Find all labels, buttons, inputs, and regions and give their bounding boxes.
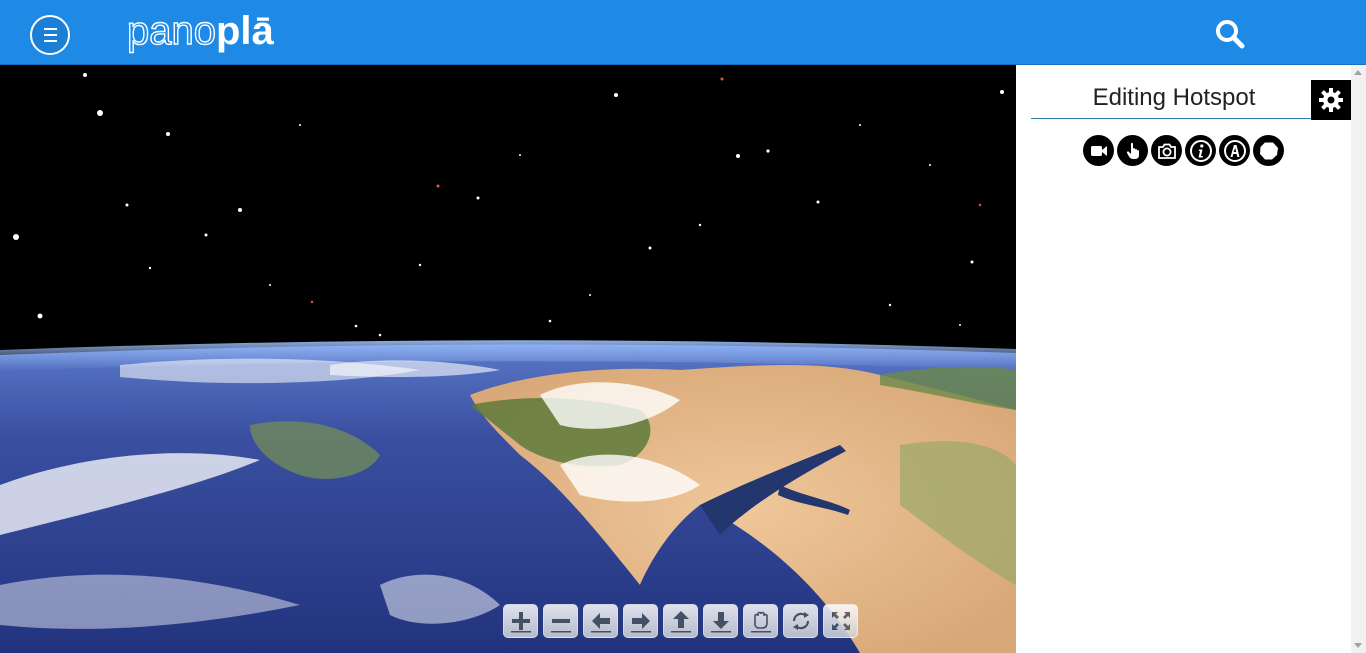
top-navigation-bar: panoplā [0,0,1366,65]
hamburger-icon-line [44,40,57,42]
hamburger-icon-line [44,34,57,36]
camera-icon [1157,143,1176,159]
pan-up-button[interactable] [663,604,698,638]
auto-rotate-button[interactable] [783,604,818,638]
drag-mode-button[interactable] [743,604,778,638]
arrow-down-icon [710,612,731,633]
panel-scrollbar[interactable] [1351,65,1366,653]
arrow-up-icon [670,611,691,633]
pan-down-button[interactable] [703,604,738,638]
scroll-up-arrow-icon[interactable] [1354,70,1362,75]
arrow-right-icon [630,613,651,633]
hamburger-icon [44,28,57,30]
pan-left-button[interactable] [583,604,618,638]
viewer-control-bar [503,604,858,638]
hotspot-type-toolbar [1083,135,1284,166]
panorama-viewer[interactable] [0,65,1016,653]
search-icon [1216,20,1245,49]
text-hotspot-button[interactable] [1219,135,1250,166]
polygon-hotspot-button[interactable] [1253,135,1284,166]
panel-title: Editing Hotspot [1031,79,1317,119]
panorama-image [0,65,1016,653]
arrow-left-icon [590,613,611,633]
hand-icon [750,611,771,633]
info-icon [1189,139,1212,162]
search-button[interactable] [1214,18,1246,50]
logo-text-bold: plā [215,9,274,53]
hand-pointer-icon [1126,142,1139,159]
pan-right-button[interactable] [623,604,658,638]
polygon-icon [1259,142,1278,159]
zoom-in-button[interactable] [503,604,538,638]
info-hotspot-button[interactable] [1185,135,1216,166]
panopla-logo[interactable]: panoplā [126,6,274,56]
menu-button[interactable] [30,15,70,55]
settings-button[interactable] [1311,80,1351,120]
fullscreen-icon [831,612,850,630]
fullscreen-button[interactable] [823,604,858,638]
photo-hotspot-button[interactable] [1151,135,1182,166]
minus-icon [550,619,571,633]
link-hotspot-button[interactable] [1117,135,1148,166]
zoom-out-button[interactable] [543,604,578,638]
plus-icon [510,612,531,633]
video-hotspot-button[interactable] [1083,135,1114,166]
gear-icon [1319,88,1343,112]
rotate-icon [792,612,809,630]
letter-a-icon [1223,139,1246,162]
scroll-down-arrow-icon[interactable] [1354,643,1362,648]
video-camera-icon [1090,145,1107,156]
logo-text-light: pano [126,8,216,53]
hotspot-editor-panel: Editing Hotspot [1016,65,1351,653]
